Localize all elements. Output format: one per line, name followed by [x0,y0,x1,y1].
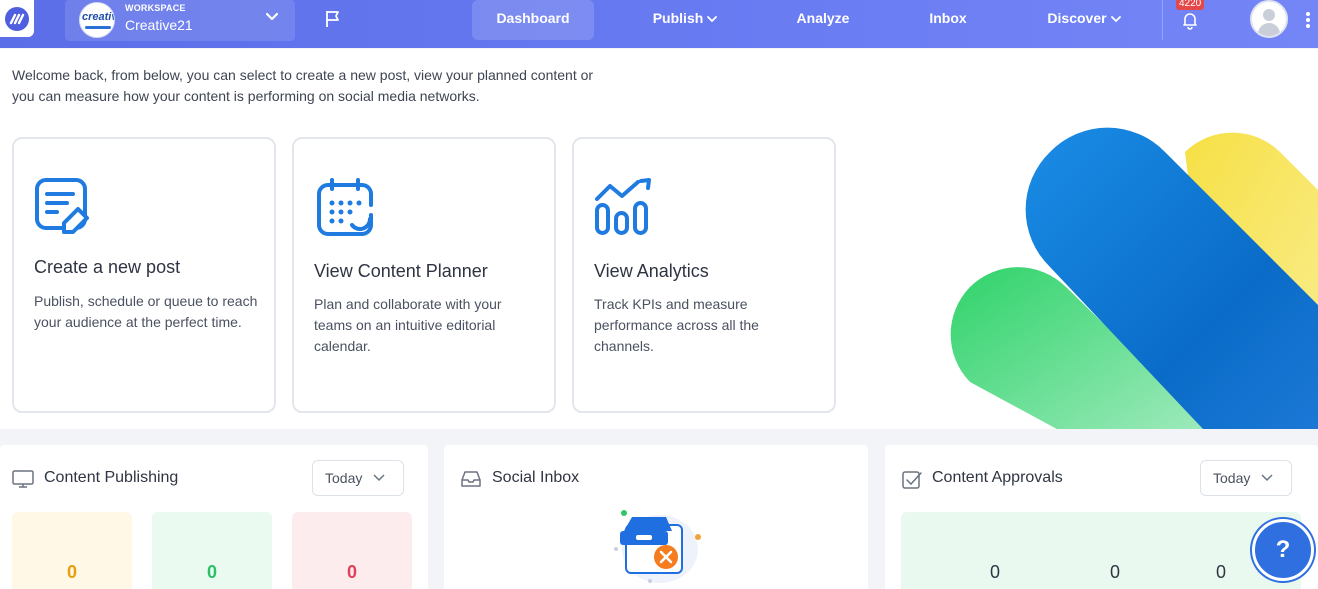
more-options-icon[interactable] [1306,12,1310,28]
analytics-icon [595,178,651,235]
nav-analyze-label: Analyze [796,10,850,26]
chevron-down-icon [1110,16,1121,23]
content-approvals-widget: Content Approvals Today 0 0 0 [885,445,1318,589]
pending-approval-count: 0 [990,562,1001,582]
nav-analyze[interactable]: Analyze [785,0,861,40]
calendar-icon [317,178,373,236]
notification-badge: 4220 [1176,0,1205,10]
nav-discover-label: Discover [1047,10,1107,26]
failed-stat[interactable]: 0 [292,512,412,589]
logo-mark-icon [5,6,29,31]
user-avatar[interactable] [1250,0,1288,38]
stat-value: 0 [346,562,357,582]
nav-dashboard[interactable]: Dashboard [472,0,594,40]
widget-title: Social Inbox [492,469,580,486]
approvals-range-dropdown[interactable]: Today [1200,460,1292,496]
welcome-panel: Welcome back, from below, you can select… [0,49,1318,429]
empty-inbox-illustration [614,510,701,583]
content-publishing-widget: Content Publishing Today 0 0 0 [0,445,428,589]
widget-title: Content Approvals [932,469,1063,486]
stat-value: 0 [206,562,217,582]
widget-title: Content Publishing [44,469,179,486]
nav-publish[interactable]: Publish [640,0,730,40]
card-title: View Content Planner [314,261,488,281]
chevron-down-icon [373,474,385,482]
checkbox-icon [902,471,922,489]
chevron-down-icon [1261,474,1273,482]
workspace-name: Creative21 [125,17,193,33]
help-label: ? [1275,536,1291,563]
published-stat[interactable]: 0 [152,512,272,589]
dropdown-value: Today [325,470,363,486]
card-title: View Analytics [594,261,709,281]
chevron-down-icon [707,16,718,23]
help-button[interactable]: ? [1252,519,1314,581]
card-title: Create a new post [34,257,181,277]
nav-inbox[interactable]: Inbox [920,0,976,40]
top-navigation-bar: creative WORKSPACE Creative21 Dashboard … [0,0,1318,48]
approved-count: 0 [1110,562,1121,582]
nav-dashboard-label: Dashboard [496,10,570,26]
content-planner-card[interactable]: View Content Planner Plan and collaborat… [292,137,556,413]
header-divider [1162,0,1163,40]
social-inbox-widget: Social Inbox [444,445,868,589]
edit-document-icon [35,178,89,234]
dropdown-value: Today [1213,470,1251,486]
app-logo[interactable] [0,0,34,37]
card-description: Plan and collaborate with your teams on … [314,296,502,354]
bell-icon[interactable] [1180,10,1200,30]
approvals-stats-box: 0 0 0 [901,512,1301,589]
inbox-icon [461,471,481,487]
stat-value: 0 [66,562,77,582]
nav-publish-label: Publish [652,10,704,26]
card-description: Track KPIs and measure performance acros… [594,296,759,354]
workspace-label: WORKSPACE [125,3,186,13]
nav-discover[interactable]: Discover [1040,0,1128,40]
publishing-range-dropdown[interactable]: Today [312,460,404,496]
chevron-down-icon [265,12,279,21]
workspace-logo-text: creative [82,11,114,23]
scheduled-stat[interactable]: 0 [12,512,132,589]
decorative-shapes-illustration [950,127,1318,429]
welcome-message: Welcome back, from below, you can select… [12,67,594,104]
workspace-switcher[interactable]: creative WORKSPACE Creative21 [65,0,295,41]
nav-inbox-label: Inbox [929,10,967,26]
workspace-avatar: creative [79,2,115,38]
rejected-count: 0 [1216,562,1227,582]
analytics-card[interactable]: View Analytics Track KPIs and measure pe… [572,137,836,413]
flag-icon[interactable] [324,9,342,29]
create-post-card[interactable]: Create a new post Publish, schedule or q… [12,137,276,413]
monitor-icon [12,470,34,488]
card-description: Publish, schedule or queue to reach your… [34,293,258,330]
